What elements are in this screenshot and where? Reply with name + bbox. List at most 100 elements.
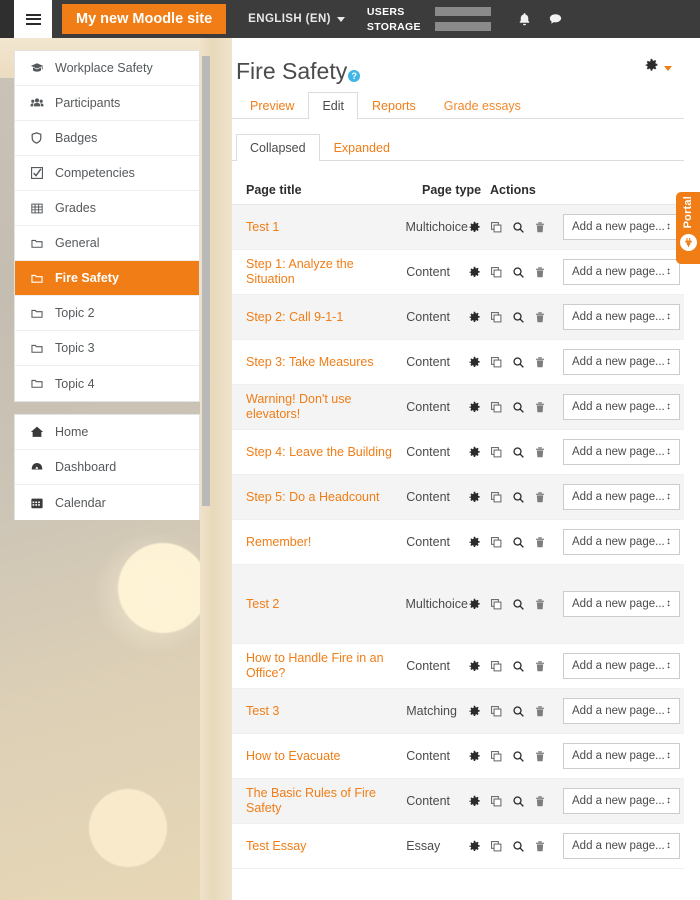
copy-icon[interactable] bbox=[490, 840, 503, 853]
tab-reports[interactable]: Reports bbox=[358, 92, 430, 119]
magnifier-icon[interactable] bbox=[512, 598, 525, 611]
copy-icon[interactable] bbox=[490, 536, 503, 549]
page-title-link[interactable]: Step 5: Do a Headcount bbox=[246, 490, 406, 505]
copy-icon[interactable] bbox=[490, 795, 503, 808]
trash-icon[interactable] bbox=[534, 266, 546, 279]
gear-icon[interactable] bbox=[468, 705, 481, 718]
sidebar-item-competencies[interactable]: Competencies bbox=[15, 156, 199, 191]
trash-icon[interactable] bbox=[534, 840, 546, 853]
tab-expanded[interactable]: Expanded bbox=[320, 134, 404, 161]
sidebar-item-grades[interactable]: Grades bbox=[15, 191, 199, 226]
magnifier-icon[interactable] bbox=[512, 356, 525, 369]
magnifier-icon[interactable] bbox=[512, 221, 525, 234]
magnifier-icon[interactable] bbox=[512, 446, 525, 459]
copy-icon[interactable] bbox=[490, 266, 503, 279]
trash-icon[interactable] bbox=[534, 598, 546, 611]
trash-icon[interactable] bbox=[534, 795, 546, 808]
magnifier-icon[interactable] bbox=[512, 401, 525, 414]
gear-icon[interactable] bbox=[468, 266, 481, 279]
page-title-link[interactable]: Test Essay bbox=[246, 839, 406, 854]
page-title-link[interactable]: How to Evacuate bbox=[246, 749, 406, 764]
trash-icon[interactable] bbox=[534, 221, 546, 234]
language-menu[interactable]: ENGLISH (EN) bbox=[248, 13, 345, 25]
trash-icon[interactable] bbox=[534, 705, 546, 718]
page-title-link[interactable]: Test 1 bbox=[246, 220, 405, 235]
tab-grade-essays[interactable]: Grade essays bbox=[430, 92, 535, 119]
add-new-page-select[interactable]: Add a new page... ↕ bbox=[563, 743, 680, 769]
copy-icon[interactable] bbox=[490, 311, 503, 324]
magnifier-icon[interactable] bbox=[512, 795, 525, 808]
tab-preview[interactable]: Preview bbox=[236, 92, 308, 119]
page-title-link[interactable]: Test 3 bbox=[246, 704, 406, 719]
magnifier-icon[interactable] bbox=[512, 266, 525, 279]
gear-icon[interactable] bbox=[468, 311, 481, 324]
sidebar-item-home[interactable]: Home bbox=[15, 415, 199, 450]
magnifier-icon[interactable] bbox=[512, 705, 525, 718]
page-title-link[interactable]: Step 4: Leave the Building bbox=[246, 445, 406, 460]
gear-icon[interactable] bbox=[468, 446, 481, 459]
magnifier-icon[interactable] bbox=[512, 536, 525, 549]
page-title-link[interactable]: Step 2: Call 9-1-1 bbox=[246, 310, 406, 325]
sidebar-item-topic-3[interactable]: Topic 3 bbox=[15, 331, 199, 366]
copy-icon[interactable] bbox=[490, 491, 503, 504]
copy-icon[interactable] bbox=[490, 446, 503, 459]
page-title-link[interactable]: Warning! Don't use elevators! bbox=[246, 392, 406, 422]
portal-side-tab[interactable]: Portal bbox=[676, 192, 700, 264]
sidebar-item-workplace-safety[interactable]: Workplace Safety bbox=[15, 51, 199, 86]
trash-icon[interactable] bbox=[534, 491, 546, 504]
magnifier-icon[interactable] bbox=[512, 311, 525, 324]
sidebar-item-fire-safety[interactable]: Fire Safety bbox=[15, 261, 199, 296]
gear-icon[interactable] bbox=[468, 401, 481, 414]
add-new-page-select[interactable]: Add a new page... ↕ bbox=[563, 304, 680, 330]
add-new-page-select[interactable]: Add a new page... ↕ bbox=[563, 484, 680, 510]
tab-edit[interactable]: Edit bbox=[308, 92, 359, 119]
trash-icon[interactable] bbox=[534, 401, 546, 414]
trash-icon[interactable] bbox=[534, 660, 546, 673]
add-new-page-select[interactable]: Add a new page... ↕ bbox=[563, 259, 680, 285]
add-new-page-select[interactable]: Add a new page... ↕ bbox=[563, 698, 680, 724]
hamburger-icon[interactable] bbox=[14, 0, 52, 38]
gear-icon[interactable] bbox=[468, 660, 481, 673]
settings-menu-button[interactable] bbox=[644, 58, 672, 78]
add-new-page-select[interactable]: Add a new page... ↕ bbox=[563, 591, 680, 617]
trash-icon[interactable] bbox=[534, 750, 546, 763]
sidebar-scrollbar[interactable] bbox=[202, 56, 210, 506]
sidebar-item-dashboard[interactable]: Dashboard bbox=[15, 450, 199, 485]
sidebar-item-topic-2[interactable]: Topic 2 bbox=[15, 296, 199, 331]
add-new-page-select[interactable]: Add a new page... ↕ bbox=[563, 349, 680, 375]
trash-icon[interactable] bbox=[534, 311, 546, 324]
trash-icon[interactable] bbox=[534, 446, 546, 459]
gear-icon[interactable] bbox=[468, 795, 481, 808]
magnifier-icon[interactable] bbox=[512, 840, 525, 853]
gear-icon[interactable] bbox=[468, 356, 481, 369]
gear-icon[interactable] bbox=[468, 840, 481, 853]
gear-icon[interactable] bbox=[468, 491, 481, 504]
bell-icon[interactable] bbox=[517, 12, 532, 27]
add-new-page-select[interactable]: Add a new page... ↕ bbox=[563, 653, 680, 679]
copy-icon[interactable] bbox=[490, 750, 503, 763]
trash-icon[interactable] bbox=[534, 536, 546, 549]
copy-icon[interactable] bbox=[490, 221, 503, 234]
magnifier-icon[interactable] bbox=[512, 491, 525, 504]
page-title-link[interactable]: Remember! bbox=[246, 535, 406, 550]
page-title-link[interactable]: How to Handle Fire in an Office? bbox=[246, 651, 406, 681]
help-icon[interactable]: ? bbox=[348, 69, 361, 82]
sidebar-item-topic-4[interactable]: Topic 4 bbox=[15, 366, 199, 401]
add-new-page-select[interactable]: Add a new page... ↕ bbox=[563, 439, 680, 465]
page-title-link[interactable]: Test 2 bbox=[246, 597, 405, 612]
page-title-link[interactable]: The Basic Rules of Fire Safety bbox=[246, 786, 406, 816]
site-name-button[interactable]: My new Moodle site bbox=[62, 4, 227, 34]
gear-icon[interactable] bbox=[468, 598, 481, 611]
add-new-page-select[interactable]: Add a new page... ↕ bbox=[563, 394, 680, 420]
sidebar-item-general[interactable]: General bbox=[15, 226, 199, 261]
add-new-page-select[interactable]: Add a new page... ↕ bbox=[563, 529, 680, 555]
sidebar-item-participants[interactable]: Participants bbox=[15, 86, 199, 121]
copy-icon[interactable] bbox=[490, 401, 503, 414]
gear-icon[interactable] bbox=[468, 536, 481, 549]
page-title-link[interactable]: Step 3: Take Measures bbox=[246, 355, 406, 370]
page-title-link[interactable]: Step 1: Analyze the Situation bbox=[246, 257, 406, 287]
copy-icon[interactable] bbox=[490, 356, 503, 369]
magnifier-icon[interactable] bbox=[512, 660, 525, 673]
sidebar-item-badges[interactable]: Badges bbox=[15, 121, 199, 156]
copy-icon[interactable] bbox=[490, 705, 503, 718]
